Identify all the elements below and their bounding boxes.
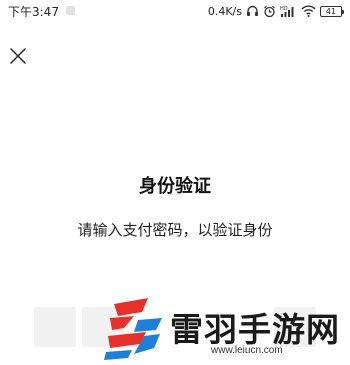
battery-level: 41: [325, 6, 337, 16]
alarm-icon: [263, 5, 276, 18]
headphones-icon: [246, 5, 259, 17]
battery-icon: 41: [320, 5, 344, 17]
watermark-url: www.leiucn.com: [211, 345, 283, 356]
page-title: 身份验证: [139, 176, 211, 197]
watermark-name: 雷羽手游网: [170, 310, 340, 349]
status-bar: 下午3:47 0.4K/s HD 41: [0, 0, 350, 22]
signal-icon: HD: [280, 5, 297, 18]
password-digit-box[interactable]: [34, 307, 76, 347]
page-subtitle: 请输入支付密码，以验证身份: [77, 221, 273, 239]
watermark-logo: [104, 296, 168, 365]
close-icon: [10, 48, 26, 64]
network-speed: 0.4K/s: [207, 4, 242, 18]
signal-hd-label: HD: [280, 6, 288, 12]
notification-icon: [66, 6, 75, 15]
close-button[interactable]: [6, 44, 30, 68]
status-time: 下午3:47: [8, 5, 59, 19]
status-icons: 0.4K/s HD 41: [207, 3, 344, 19]
wifi-icon: [301, 5, 316, 17]
